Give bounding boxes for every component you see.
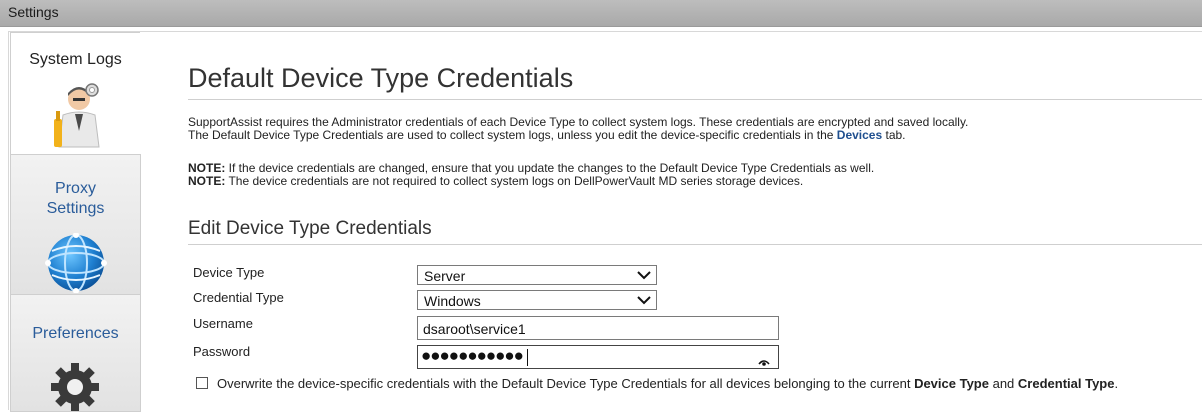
- overwrite-device-type: Device Type: [914, 376, 989, 391]
- sidebar-item-proxy-settings[interactable]: Proxy Settings: [10, 154, 141, 296]
- sidebar-item-label: Proxy: [55, 180, 96, 197]
- overwrite-text: .: [1114, 376, 1119, 391]
- settings-sidebar: System Logs Proxy Settings Preferences: [10, 32, 141, 412]
- chevron-down-icon: [636, 267, 652, 283]
- overwrite-text: and: [988, 376, 1018, 391]
- sidebar-item-preferences[interactable]: Preferences: [10, 294, 141, 412]
- credential-type-select[interactable]: Windows: [417, 290, 657, 310]
- note-line2: NOTE: The device credentials are not req…: [188, 175, 803, 188]
- password-masked-value: ●●●●●●●●●●●: [421, 346, 524, 365]
- credential-type-label: Credential Type: [193, 290, 284, 305]
- sidebar-item-label: Preferences: [32, 325, 119, 342]
- note-label: NOTE:: [188, 161, 226, 175]
- password-label: Password: [193, 344, 251, 359]
- intro-text: tab.: [882, 128, 906, 142]
- title-divider: [188, 99, 1202, 100]
- password-field[interactable]: ●●●●●●●●●●●: [417, 345, 779, 369]
- note-text: The device credentials are not required …: [225, 174, 804, 188]
- device-type-select[interactable]: Server: [417, 265, 657, 285]
- technician-icon: [51, 81, 111, 156]
- intro-text-line2: The Default Device Type Credentials are …: [188, 129, 906, 142]
- intro-text: The Default Device Type Credentials are …: [188, 128, 837, 142]
- overwrite-checkbox-label: Overwrite the device-specific credential…: [217, 376, 1118, 391]
- device-type-value: Server: [424, 268, 466, 284]
- text-caret: [527, 349, 528, 366]
- globe-network-icon: [42, 232, 110, 298]
- window-title: Settings: [8, 4, 59, 20]
- gear-icon: [49, 361, 101, 418]
- credential-type-value: Windows: [424, 293, 481, 309]
- section-title: Edit Device Type Credentials: [188, 218, 432, 239]
- page-title: Default Device Type Credentials: [188, 63, 574, 93]
- note-text: If the device credentials are changed, e…: [225, 161, 875, 175]
- username-label: Username: [193, 316, 253, 331]
- window-titlebar: Settings: [0, 0, 1202, 27]
- devices-link[interactable]: Devices: [837, 128, 882, 142]
- overwrite-text: Overwrite the device-specific credential…: [217, 376, 915, 391]
- overwrite-checkbox[interactable]: [196, 377, 208, 389]
- eye-icon[interactable]: [758, 353, 770, 371]
- chevron-down-icon: [636, 292, 652, 308]
- username-field[interactable]: dsaroot\service1: [417, 316, 779, 340]
- device-type-label: Device Type: [193, 265, 265, 280]
- sidebar-item-system-logs[interactable]: System Logs: [10, 32, 140, 156]
- sidebar-item-label: System Logs: [29, 51, 122, 68]
- sidebar-item-label: Settings: [46, 200, 105, 217]
- overwrite-credential-type: Credential Type: [1017, 376, 1115, 391]
- note-label: NOTE:: [188, 174, 226, 188]
- username-value: dsaroot\service1: [423, 321, 526, 337]
- section-divider: [188, 244, 1202, 245]
